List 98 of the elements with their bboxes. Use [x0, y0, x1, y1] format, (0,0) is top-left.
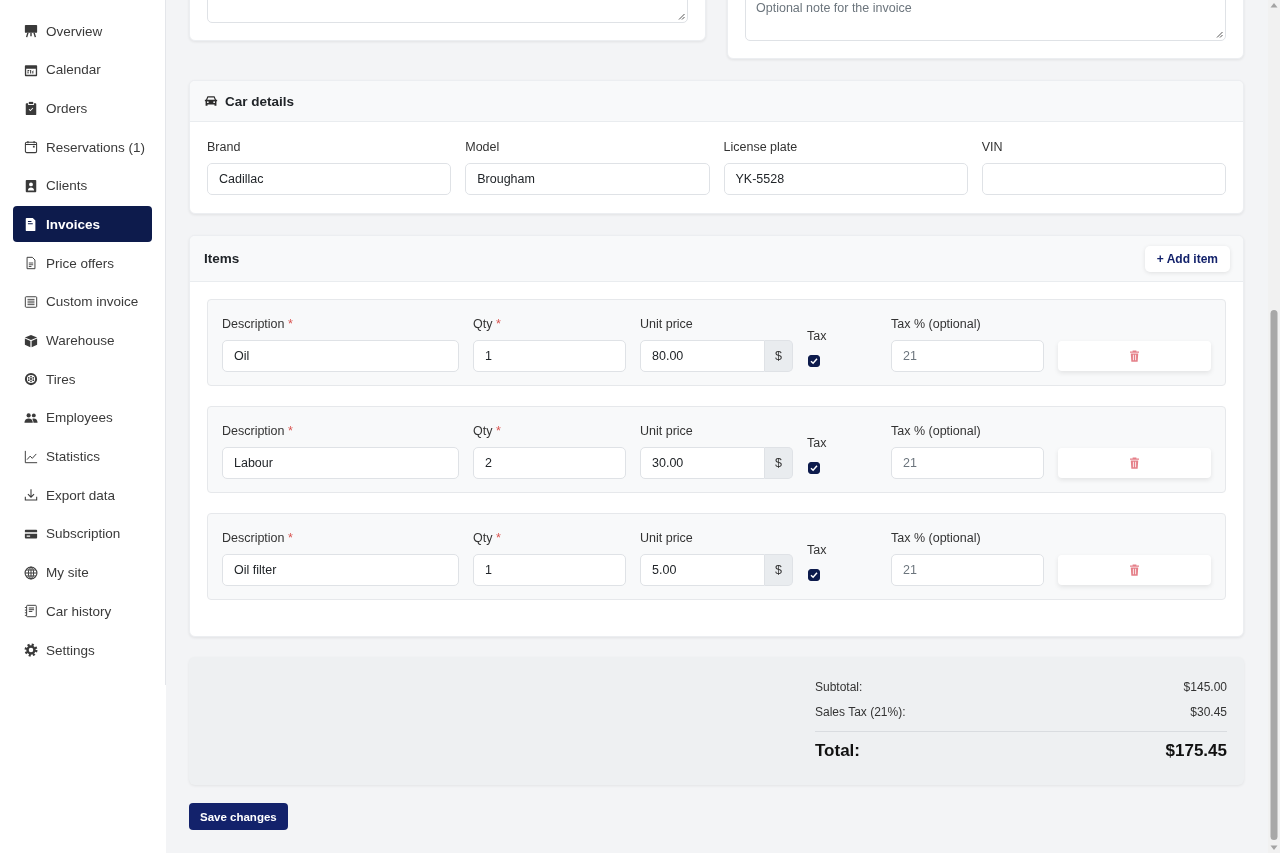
sidebar-item[interactable]: Calendar: [13, 51, 152, 88]
sidebar-item[interactable]: Orders: [13, 90, 152, 127]
field-label: Qty *: [473, 423, 502, 439]
people-icon: [24, 410, 38, 425]
field-label: Model: [465, 139, 501, 155]
field-label: Qty *: [473, 316, 502, 332]
text-field[interactable]: 5.00: [640, 554, 765, 586]
sidebar-item[interactable]: Subscription: [13, 515, 152, 552]
field-label: Tax % (optional): [891, 423, 982, 439]
box-icon: [24, 333, 38, 348]
card-title: Items: [204, 251, 240, 266]
sidebar-item[interactable]: Invoices: [13, 206, 152, 243]
text-field[interactable]: 21: [891, 447, 1044, 479]
field-label: Description *: [222, 530, 294, 546]
text-field[interactable]: [981, 163, 1226, 195]
easel-icon: [24, 24, 38, 38]
document-icon: [24, 217, 38, 232]
trash-icon: [1129, 457, 1140, 469]
text-field[interactable]: Labour: [222, 447, 459, 479]
text-field[interactable]: Oil filter: [222, 554, 459, 586]
field-label: Tax: [807, 542, 827, 558]
delete-button[interactable]: [1058, 448, 1211, 478]
sidebar-item[interactable]: Statistics: [13, 438, 152, 475]
check-icon: [810, 571, 818, 579]
field-label: Tax: [807, 435, 827, 451]
globe-icon: [24, 565, 38, 580]
car-icon: [204, 94, 218, 108]
text-field[interactable]: Cadillac: [207, 163, 452, 195]
sidebar-item[interactable]: Warehouse: [13, 322, 152, 359]
summary-amount: $145.00: [1183, 679, 1227, 694]
card-title: Car details: [225, 93, 295, 109]
list-icon: [24, 294, 38, 309]
total-label: Total:: [815, 741, 860, 761]
sidebar-item[interactable]: Tires: [13, 361, 152, 398]
field-label: Unit price: [640, 316, 694, 332]
trash-icon: [1129, 564, 1140, 576]
text-field[interactable]: Oil: [222, 340, 459, 372]
checkbox[interactable]: [808, 355, 820, 367]
sidebar-item[interactable]: Employees: [13, 399, 152, 436]
sidebar-item[interactable]: Overview: [13, 13, 152, 49]
field-label: Brand: [207, 139, 242, 155]
resize-grip-icon: [678, 13, 685, 20]
sidebar-item[interactable]: Clients: [13, 167, 152, 204]
sidebar-item[interactable]: Car history: [13, 593, 152, 630]
field-label: Tax % (optional): [891, 530, 982, 546]
text-field[interactable]: 2: [473, 447, 626, 479]
line-chart-icon: [24, 449, 38, 464]
field-label: Description *: [222, 316, 294, 332]
clipboard-icon: [24, 101, 38, 116]
text-field[interactable]: Brougham: [465, 163, 710, 195]
add-item-button[interactable]: + Add item: [1144, 245, 1230, 272]
calendar-icon: [24, 62, 38, 77]
sidebar-item[interactable]: My site: [13, 554, 152, 591]
text-field[interactable]: 1: [473, 340, 626, 372]
summary-label: Sales Tax (21%):: [815, 704, 906, 719]
checkbox[interactable]: [808, 569, 820, 581]
text-field[interactable]: 21: [891, 340, 1044, 372]
text-field[interactable]: 30.00: [640, 447, 765, 479]
document-icon: [24, 256, 38, 271]
field-label: License plate: [723, 139, 799, 155]
total-amount: $175.45: [1165, 741, 1227, 761]
wheel-icon: [24, 372, 38, 387]
textarea-field[interactable]: Optional note for the invoice: [745, 0, 1226, 41]
field-label: Tax: [807, 328, 827, 344]
document-icon: [24, 604, 38, 619]
sidebar-item[interactable]: Reservations (1): [13, 129, 152, 166]
contact-card-icon: [24, 178, 38, 193]
text-field[interactable]: 1: [473, 554, 626, 586]
text-field[interactable]: 80.00: [640, 340, 765, 372]
field-label: Unit price: [640, 530, 694, 546]
checkbox[interactable]: [808, 462, 820, 474]
trash-icon: [1129, 350, 1140, 362]
check-icon: [810, 464, 818, 472]
sidebar-item[interactable]: Custom invoice: [13, 283, 152, 320]
delete-button[interactable]: [1058, 555, 1211, 585]
save-button[interactable]: Save changes: [189, 803, 288, 830]
gear-icon: [24, 643, 38, 657]
field-label: Description *: [222, 423, 294, 439]
sidebar-item[interactable]: Settings: [13, 632, 152, 668]
currency-addon: $: [765, 340, 793, 372]
currency-addon: $: [765, 554, 793, 586]
field-label: VIN: [981, 139, 1004, 155]
sidebar-item[interactable]: Export data: [13, 477, 152, 514]
download-icon: [24, 488, 38, 503]
calendar-icon: [24, 140, 38, 155]
resize-grip-icon: [1216, 31, 1223, 38]
delete-button[interactable]: [1058, 341, 1211, 371]
currency-addon: $: [765, 447, 793, 479]
scrollbar[interactable]: [1268, 0, 1280, 853]
field-label: Qty *: [473, 530, 502, 546]
text-field[interactable]: YK-5528: [723, 163, 968, 195]
text-field[interactable]: 21: [891, 554, 1044, 586]
summary-label: Subtotal:: [815, 679, 863, 694]
check-icon: [810, 357, 818, 365]
sidebar-item[interactable]: Price offers: [13, 245, 152, 282]
field-label: Tax % (optional): [891, 316, 982, 332]
field-label: Unit price: [640, 423, 694, 439]
summary-amount: $30.45: [1190, 704, 1227, 719]
